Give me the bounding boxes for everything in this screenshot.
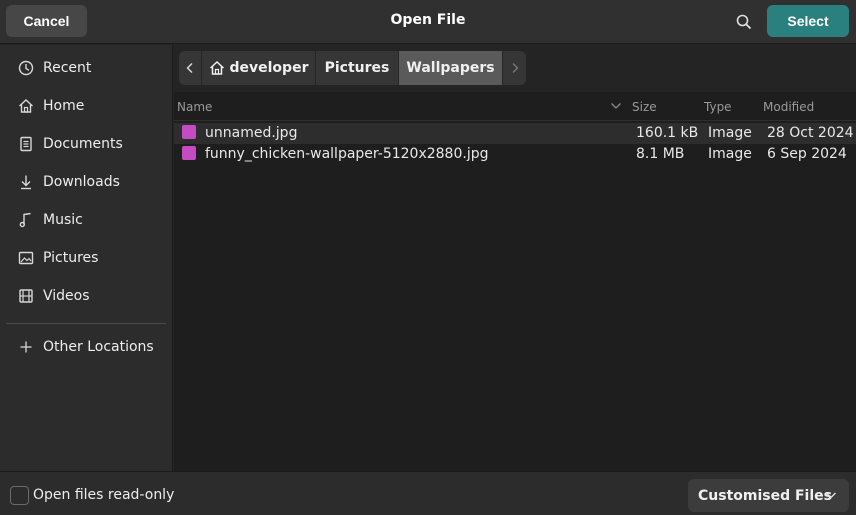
column-header-name[interactable]: Name (177, 100, 212, 114)
select-button[interactable]: Select (767, 5, 849, 37)
sidebar-item-recent[interactable]: Recent (0, 50, 172, 86)
chevron-down-icon (826, 492, 836, 499)
column-header-modified[interactable]: Modified (763, 100, 814, 114)
download-icon (17, 173, 35, 191)
clock-icon (17, 59, 35, 77)
sidebar-item-pictures[interactable]: Pictures (0, 240, 172, 276)
places-sidebar: Recent Home Documents Downloads Music Pi… (0, 45, 173, 471)
search-button[interactable] (730, 8, 758, 36)
path-segment-pictures[interactable]: Pictures (316, 51, 399, 85)
file-list[interactable]: Name Size Type Modified unnamed.jpg 160.… (174, 92, 856, 471)
path-scroll-left-button[interactable] (179, 51, 202, 85)
sidebar-item-other-locations[interactable]: Other Locations (0, 329, 172, 365)
sidebar-item-label: Downloads (43, 174, 120, 190)
header-bar: Cancel Open File Select (0, 0, 856, 44)
picture-icon (17, 249, 35, 267)
column-header: Name Size Type Modified (174, 92, 856, 121)
music-icon (17, 211, 35, 229)
footer-bar: Open files read-only Customised Files (0, 471, 856, 515)
image-file-icon (182, 146, 196, 160)
sidebar-item-label: Documents (43, 136, 123, 152)
sidebar-item-documents[interactable]: Documents (0, 126, 172, 162)
path-segment-label: Pictures (324, 60, 390, 76)
file-name: unnamed.jpg (205, 125, 298, 141)
sidebar-item-label: Recent (43, 60, 92, 76)
file-size: 8.1 MB (636, 146, 685, 162)
path-segment-label: developer (229, 60, 309, 76)
file-filter-label: Customised Files (698, 487, 832, 504)
sidebar-item-videos[interactable]: Videos (0, 278, 172, 314)
sidebar-item-label: Home (43, 98, 85, 114)
sidebar-item-label: Music (43, 212, 83, 228)
file-name: funny_chicken-wallpaper-5120x2880.jpg (205, 146, 489, 162)
image-file-icon (182, 125, 196, 139)
column-header-size[interactable]: Size (632, 100, 657, 114)
film-icon (17, 287, 35, 305)
sidebar-item-downloads[interactable]: Downloads (0, 164, 172, 200)
file-filter-dropdown[interactable]: Customised Files (688, 479, 849, 512)
sidebar-item-label: Pictures (43, 250, 99, 266)
file-row[interactable]: unnamed.jpg 160.1 kB Image 28 Oct 2024 (174, 123, 856, 144)
read-only-checkbox[interactable] (10, 486, 29, 505)
home-icon (17, 97, 35, 115)
file-row[interactable]: funny_chicken-wallpaper-5120x2880.jpg 8.… (174, 144, 856, 165)
path-segment-wallpapers[interactable]: Wallpapers (399, 51, 503, 85)
path-bar: developer Pictures Wallpapers (179, 51, 526, 85)
path-scroll-right-button[interactable] (503, 51, 526, 85)
sidebar-item-label: Other Locations (43, 339, 154, 355)
file-type: Image (708, 125, 752, 141)
file-type: Image (708, 146, 752, 162)
sort-descending-icon[interactable] (610, 102, 622, 110)
dialog-title: Open File (390, 12, 466, 28)
path-segment-developer[interactable]: developer (202, 51, 316, 85)
cancel-button[interactable]: Cancel (6, 5, 87, 37)
column-header-type[interactable]: Type (704, 100, 732, 114)
sidebar-item-home[interactable]: Home (0, 88, 172, 124)
chevron-right-icon (512, 63, 518, 73)
sidebar-item-label: Videos (43, 288, 90, 304)
file-size: 160.1 kB (636, 125, 699, 141)
document-icon (17, 135, 35, 153)
sidebar-item-music[interactable]: Music (0, 202, 172, 238)
sidebar-separator (6, 323, 166, 324)
plus-icon (17, 338, 35, 356)
home-icon (209, 60, 224, 75)
search-icon (736, 14, 752, 30)
file-modified: 6 Sep 2024 (767, 146, 847, 162)
read-only-label[interactable]: Open files read-only (33, 487, 174, 503)
path-segment-label: Wallpapers (406, 60, 495, 76)
chevron-left-icon (186, 63, 193, 73)
file-modified: 28 Oct 2024 (767, 125, 854, 141)
